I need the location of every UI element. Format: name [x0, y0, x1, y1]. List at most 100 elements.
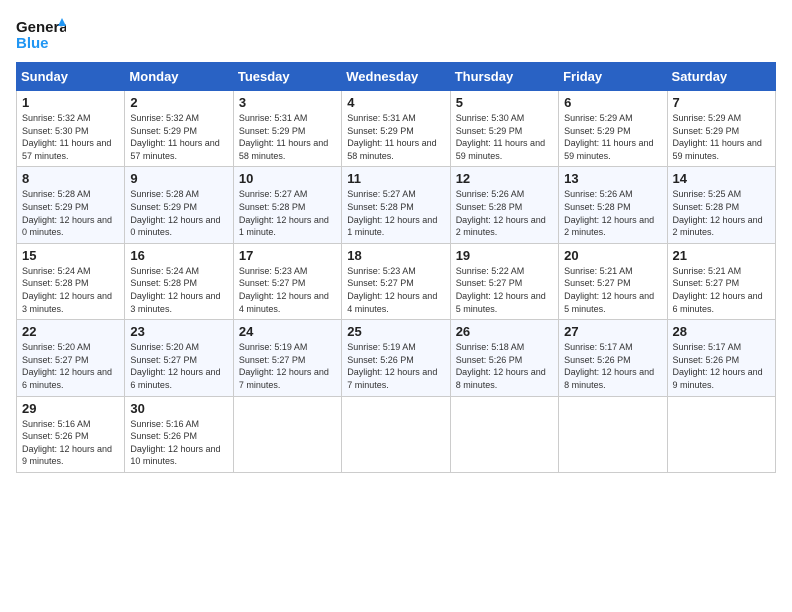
calendar-cell: 16 Sunrise: 5:24 AM Sunset: 5:28 PM Dayl…: [125, 243, 233, 319]
daylight-label: Daylight: 12 hours and 5 minutes.: [456, 291, 546, 314]
daylight-label: Daylight: 12 hours and 3 minutes.: [130, 291, 220, 314]
calendar-cell: 6 Sunrise: 5:29 AM Sunset: 5:29 PM Dayli…: [559, 91, 667, 167]
daylight-label: Daylight: 12 hours and 4 minutes.: [347, 291, 437, 314]
logo-icon: General Blue: [16, 16, 66, 52]
calendar-cell: 24 Sunrise: 5:19 AM Sunset: 5:27 PM Dayl…: [233, 320, 341, 396]
column-header-sunday: Sunday: [17, 63, 125, 91]
sunset-label: Sunset: 5:29 PM: [130, 126, 197, 136]
sunrise-label: Sunrise: 5:27 AM: [239, 189, 308, 199]
sunset-label: Sunset: 5:26 PM: [673, 355, 740, 365]
sunset-label: Sunset: 5:26 PM: [347, 355, 414, 365]
day-number: 15: [22, 248, 119, 263]
sunset-label: Sunset: 5:30 PM: [22, 126, 89, 136]
day-info: Sunrise: 5:31 AM Sunset: 5:29 PM Dayligh…: [239, 112, 336, 162]
sunrise-label: Sunrise: 5:21 AM: [673, 266, 742, 276]
sunset-label: Sunset: 5:26 PM: [564, 355, 631, 365]
sunset-label: Sunset: 5:28 PM: [239, 202, 306, 212]
daylight-label: Daylight: 11 hours and 58 minutes.: [239, 138, 328, 161]
calendar-cell: 5 Sunrise: 5:30 AM Sunset: 5:29 PM Dayli…: [450, 91, 558, 167]
sunrise-label: Sunrise: 5:28 AM: [22, 189, 91, 199]
day-number: 21: [673, 248, 770, 263]
daylight-label: Daylight: 12 hours and 4 minutes.: [239, 291, 329, 314]
daylight-label: Daylight: 12 hours and 3 minutes.: [22, 291, 112, 314]
sunset-label: Sunset: 5:28 PM: [130, 278, 197, 288]
calendar-cell: 15 Sunrise: 5:24 AM Sunset: 5:28 PM Dayl…: [17, 243, 125, 319]
calendar-cell: 28 Sunrise: 5:17 AM Sunset: 5:26 PM Dayl…: [667, 320, 775, 396]
sunrise-label: Sunrise: 5:16 AM: [22, 419, 91, 429]
sunrise-label: Sunrise: 5:29 AM: [564, 113, 633, 123]
sunrise-label: Sunrise: 5:17 AM: [673, 342, 742, 352]
day-number: 4: [347, 95, 444, 110]
calendar-table: SundayMondayTuesdayWednesdayThursdayFrid…: [16, 62, 776, 473]
day-number: 1: [22, 95, 119, 110]
calendar-cell: 4 Sunrise: 5:31 AM Sunset: 5:29 PM Dayli…: [342, 91, 450, 167]
day-number: 9: [130, 171, 227, 186]
sunrise-label: Sunrise: 5:30 AM: [456, 113, 525, 123]
calendar-cell: 13 Sunrise: 5:26 AM Sunset: 5:28 PM Dayl…: [559, 167, 667, 243]
day-info: Sunrise: 5:29 AM Sunset: 5:29 PM Dayligh…: [673, 112, 770, 162]
day-info: Sunrise: 5:32 AM Sunset: 5:30 PM Dayligh…: [22, 112, 119, 162]
sunset-label: Sunset: 5:29 PM: [22, 202, 89, 212]
sunset-label: Sunset: 5:26 PM: [456, 355, 523, 365]
sunrise-label: Sunrise: 5:20 AM: [130, 342, 199, 352]
daylight-label: Daylight: 12 hours and 0 minutes.: [22, 215, 112, 238]
daylight-label: Daylight: 12 hours and 2 minutes.: [673, 215, 763, 238]
day-number: 17: [239, 248, 336, 263]
sunrise-label: Sunrise: 5:18 AM: [456, 342, 525, 352]
daylight-label: Daylight: 12 hours and 5 minutes.: [564, 291, 654, 314]
daylight-label: Daylight: 12 hours and 6 minutes.: [673, 291, 763, 314]
calendar-cell: 8 Sunrise: 5:28 AM Sunset: 5:29 PM Dayli…: [17, 167, 125, 243]
day-number: 2: [130, 95, 227, 110]
column-header-saturday: Saturday: [667, 63, 775, 91]
calendar-cell: 12 Sunrise: 5:26 AM Sunset: 5:28 PM Dayl…: [450, 167, 558, 243]
sunset-label: Sunset: 5:28 PM: [564, 202, 631, 212]
day-number: 14: [673, 171, 770, 186]
calendar-cell: 23 Sunrise: 5:20 AM Sunset: 5:27 PM Dayl…: [125, 320, 233, 396]
sunset-label: Sunset: 5:27 PM: [673, 278, 740, 288]
sunrise-label: Sunrise: 5:23 AM: [239, 266, 308, 276]
calendar-cell: 9 Sunrise: 5:28 AM Sunset: 5:29 PM Dayli…: [125, 167, 233, 243]
sunset-label: Sunset: 5:27 PM: [239, 278, 306, 288]
calendar-cell: 17 Sunrise: 5:23 AM Sunset: 5:27 PM Dayl…: [233, 243, 341, 319]
calendar-cell: 21 Sunrise: 5:21 AM Sunset: 5:27 PM Dayl…: [667, 243, 775, 319]
daylight-label: Daylight: 12 hours and 8 minutes.: [564, 367, 654, 390]
sunrise-label: Sunrise: 5:32 AM: [130, 113, 199, 123]
day-number: 12: [456, 171, 553, 186]
sunrise-label: Sunrise: 5:20 AM: [22, 342, 91, 352]
day-info: Sunrise: 5:32 AM Sunset: 5:29 PM Dayligh…: [130, 112, 227, 162]
daylight-label: Daylight: 12 hours and 8 minutes.: [456, 367, 546, 390]
sunset-label: Sunset: 5:29 PM: [347, 126, 414, 136]
sunset-label: Sunset: 5:26 PM: [130, 431, 197, 441]
logo: General Blue: [16, 16, 66, 52]
calendar-week-row: 22 Sunrise: 5:20 AM Sunset: 5:27 PM Dayl…: [17, 320, 776, 396]
daylight-label: Daylight: 12 hours and 7 minutes.: [239, 367, 329, 390]
sunrise-label: Sunrise: 5:31 AM: [239, 113, 308, 123]
calendar-cell: 19 Sunrise: 5:22 AM Sunset: 5:27 PM Dayl…: [450, 243, 558, 319]
day-info: Sunrise: 5:20 AM Sunset: 5:27 PM Dayligh…: [22, 341, 119, 391]
daylight-label: Daylight: 12 hours and 6 minutes.: [22, 367, 112, 390]
column-header-thursday: Thursday: [450, 63, 558, 91]
day-number: 8: [22, 171, 119, 186]
column-header-monday: Monday: [125, 63, 233, 91]
day-number: 20: [564, 248, 661, 263]
column-header-tuesday: Tuesday: [233, 63, 341, 91]
day-number: 27: [564, 324, 661, 339]
day-number: 30: [130, 401, 227, 416]
sunrise-label: Sunrise: 5:28 AM: [130, 189, 199, 199]
sunset-label: Sunset: 5:26 PM: [22, 431, 89, 441]
day-info: Sunrise: 5:20 AM Sunset: 5:27 PM Dayligh…: [130, 341, 227, 391]
daylight-label: Daylight: 11 hours and 58 minutes.: [347, 138, 436, 161]
daylight-label: Daylight: 12 hours and 6 minutes.: [130, 367, 220, 390]
sunset-label: Sunset: 5:29 PM: [130, 202, 197, 212]
daylight-label: Daylight: 11 hours and 59 minutes.: [456, 138, 545, 161]
calendar-week-row: 15 Sunrise: 5:24 AM Sunset: 5:28 PM Dayl…: [17, 243, 776, 319]
calendar-cell: 25 Sunrise: 5:19 AM Sunset: 5:26 PM Dayl…: [342, 320, 450, 396]
svg-text:Blue: Blue: [16, 35, 49, 52]
page-header: General Blue: [16, 16, 776, 52]
day-number: 13: [564, 171, 661, 186]
day-number: 22: [22, 324, 119, 339]
day-number: 28: [673, 324, 770, 339]
sunset-label: Sunset: 5:29 PM: [456, 126, 523, 136]
daylight-label: Daylight: 12 hours and 7 minutes.: [347, 367, 437, 390]
calendar-cell: 18 Sunrise: 5:23 AM Sunset: 5:27 PM Dayl…: [342, 243, 450, 319]
